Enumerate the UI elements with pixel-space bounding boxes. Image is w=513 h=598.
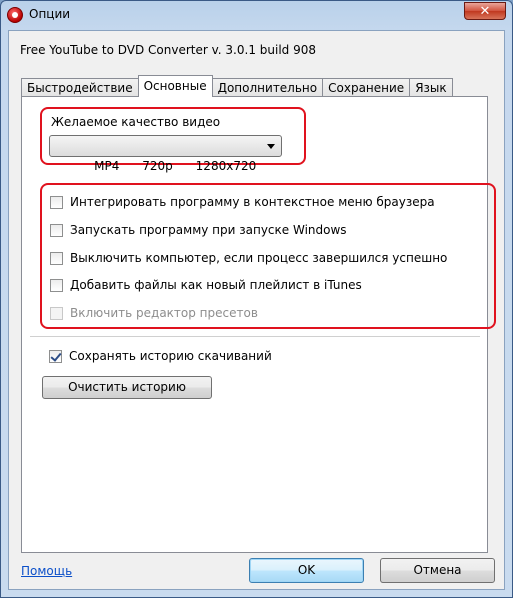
divider: [30, 336, 480, 337]
chevron-down-icon: [267, 144, 275, 149]
checkbox-preset-editor: [50, 306, 63, 320]
option-preset-editor: Включить редактор пресетов: [50, 305, 258, 321]
clear-history-button[interactable]: Очистить историю: [42, 376, 212, 399]
help-link[interactable]: Помощь: [21, 564, 72, 578]
app-icon: [7, 7, 23, 23]
option-run-at-startup[interactable]: Запускать программу при запуске Windows: [50, 222, 347, 238]
tab-performance[interactable]: Быстродействие: [21, 78, 138, 97]
quality-dropdown[interactable]: MP4 720p 1280x720: [49, 135, 282, 173]
option-label: Запускать программу при запуске Windows: [70, 223, 347, 237]
general-tab-panel: Желаемое качество видео MP4 720p 1280x72…: [21, 96, 496, 553]
checkbox-shutdown[interactable]: [50, 251, 63, 265]
cancel-button[interactable]: Отмена: [380, 558, 495, 583]
option-browser-menu[interactable]: Интегрировать программу в контекстное ме…: [50, 194, 435, 210]
tab-language[interactable]: Язык: [409, 78, 453, 97]
tab-general[interactable]: Основные: [137, 75, 213, 97]
save-history-label: Сохранять историю скачиваний: [69, 349, 272, 363]
tab-bar: Быстродействие Основные Дополнительно Со…: [21, 75, 453, 97]
tab-advanced[interactable]: Дополнительно: [212, 78, 323, 97]
close-button[interactable]: ✕: [464, 2, 506, 20]
options-dialog: Опции ✕ Free YouTube to DVD Converter v.…: [0, 0, 513, 598]
title-bar[interactable]: Опции ✕: [1, 1, 512, 29]
app-version-label: Free YouTube to DVD Converter v. 3.0.1 b…: [20, 43, 316, 57]
ok-button[interactable]: OK: [249, 558, 364, 583]
checkbox-browser-menu[interactable]: [50, 195, 63, 209]
option-label: Интегрировать программу в контекстное ме…: [70, 195, 435, 209]
option-label: Включить редактор пресетов: [70, 306, 258, 320]
window-title: Опции: [29, 7, 71, 21]
checkbox-run-at-startup[interactable]: [50, 223, 63, 237]
option-label: Добавить файлы как новый плейлист в iTun…: [70, 278, 362, 292]
option-save-history[interactable]: Сохранять историю скачиваний: [49, 348, 272, 364]
option-itunes-playlist[interactable]: Добавить файлы как новый плейлист в iTun…: [50, 277, 362, 293]
tab-saving[interactable]: Сохранение: [322, 78, 410, 97]
options-highlight-box: Интегрировать программу в контекстное ме…: [40, 183, 496, 329]
option-shutdown[interactable]: Выключить компьютер, если процесс заверш…: [50, 250, 447, 266]
dialog-body: Free YouTube to DVD Converter v. 3.0.1 b…: [8, 30, 505, 590]
option-label: Выключить компьютер, если процесс заверш…: [70, 251, 448, 265]
quality-highlight-box: Желаемое качество видео MP4 720p 1280x72…: [40, 107, 306, 173]
checkbox-itunes-playlist[interactable]: [50, 278, 63, 292]
quality-label: Желаемое качество видео: [51, 115, 221, 129]
quality-selected-value: MP4 720p 1280x720: [94, 159, 257, 173]
checkbox-save-history[interactable]: [49, 349, 62, 363]
